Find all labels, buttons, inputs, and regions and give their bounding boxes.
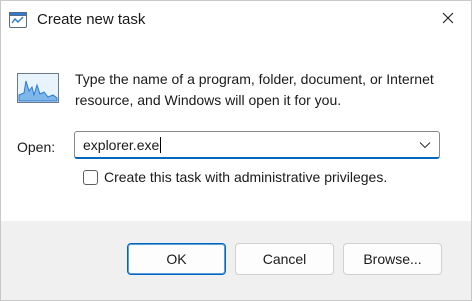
dropdown-button[interactable] <box>415 135 435 155</box>
title-bar: Create new task <box>1 1 471 39</box>
button-bar: OK Cancel Browse... <box>1 221 471 300</box>
open-input-value: explorer.exe <box>83 137 160 153</box>
text-caret <box>160 137 162 153</box>
chevron-down-icon <box>419 136 431 154</box>
cancel-button[interactable]: Cancel <box>235 243 334 275</box>
dialog-description: Type the name of a program, folder, docu… <box>75 71 434 108</box>
run-dialog-icon <box>9 12 27 28</box>
admin-privileges-option[interactable]: Create this task with administrative pri… <box>83 167 387 187</box>
performance-graph-icon <box>17 73 59 103</box>
admin-privileges-checkbox[interactable] <box>83 169 98 185</box>
open-combobox[interactable]: explorer.exe <box>74 131 440 159</box>
close-button[interactable] <box>425 1 471 39</box>
create-new-task-dialog: Create new task Type the name of a progr… <box>0 0 472 301</box>
open-label: Open: <box>17 139 56 155</box>
ok-button[interactable]: OK <box>127 243 226 275</box>
open-input[interactable]: explorer.exe <box>83 137 162 153</box>
admin-privileges-label[interactable]: Create this task with administrative pri… <box>104 169 387 185</box>
browse-button[interactable]: Browse... <box>343 243 442 275</box>
window-title: Create new task <box>37 11 146 28</box>
dialog-body: Type the name of a program, folder, docu… <box>1 39 471 221</box>
close-icon <box>442 11 454 29</box>
